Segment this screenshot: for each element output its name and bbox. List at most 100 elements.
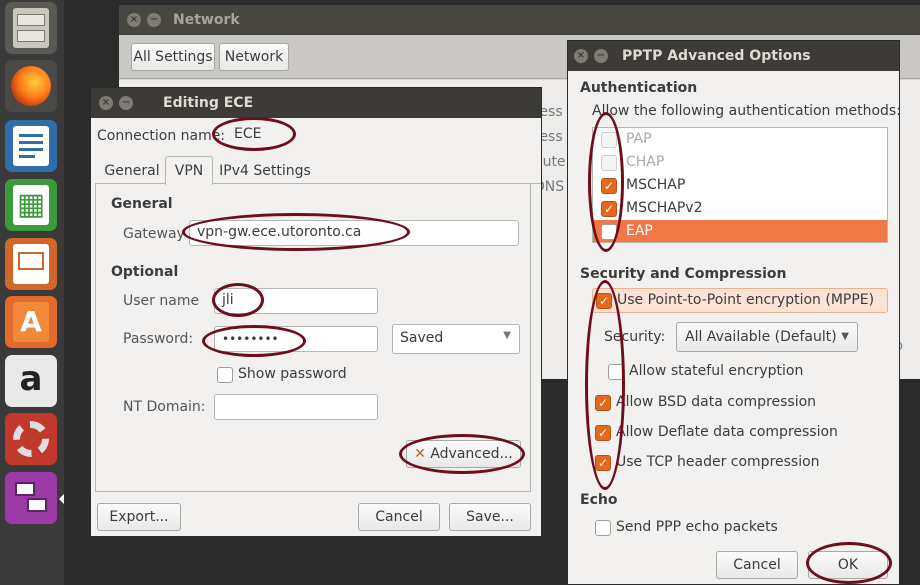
minimize-icon[interactable]: − (119, 96, 133, 110)
writer-launcher[interactable] (5, 120, 57, 172)
remote-desktop-icon (13, 478, 49, 518)
tab-general[interactable]: General (99, 158, 165, 184)
chevron-down-icon: ▼ (841, 331, 849, 342)
advanced-button[interactable]: ✕ Advanced... (406, 440, 521, 468)
security-value: All Available (Default) (685, 329, 837, 345)
minimize-icon[interactable]: − (594, 49, 608, 63)
software-center-launcher[interactable]: A (5, 296, 57, 348)
mschap-label: MSCHAP (626, 177, 686, 193)
echo-packets-label: Send PPP echo packets (616, 519, 778, 535)
security-compression-header: Security and Compression (580, 266, 787, 282)
list-item[interactable]: PAP (593, 128, 887, 151)
advanced-label: Advanced... (430, 446, 513, 462)
calc-icon: ▦ (13, 185, 49, 225)
deflate-compression-checkbox[interactable]: ✓ (595, 425, 611, 441)
show-password-checkbox[interactable] (217, 367, 233, 383)
impress-launcher[interactable] (5, 238, 57, 290)
network-title: Network (173, 12, 240, 28)
tab-bar: General VPN IPv4 Settings (95, 156, 541, 185)
connection-name-label: Connection name: (97, 128, 226, 144)
network-crumb[interactable]: Network (219, 43, 289, 71)
close-icon[interactable]: × (127, 13, 141, 27)
wrench-icon: ✕ (414, 446, 426, 462)
close-icon[interactable]: × (99, 96, 113, 110)
impress-icon (13, 244, 49, 284)
list-item[interactable]: CHAP (593, 151, 887, 174)
deflate-compression-label: Allow Deflate data compression (616, 424, 838, 440)
optional-header: Optional (111, 264, 179, 280)
stateful-encryption-label: Allow stateful encryption (629, 363, 804, 379)
close-icon[interactable]: × (574, 49, 588, 63)
active-indicator (59, 494, 64, 504)
all-settings-button[interactable]: All Settings (131, 43, 215, 71)
security-label: Security: (604, 329, 666, 345)
gateway-label: Gateway (123, 226, 185, 242)
software-center-icon: A (13, 302, 49, 342)
eap-label: EAP (626, 223, 653, 239)
ok-button[interactable]: OK (808, 551, 888, 579)
list-item[interactable]: ✓ MSCHAPv2 (593, 197, 887, 220)
editing-ece-dialog: × − Editing ECE Connection name: ECE Gen… (90, 87, 542, 537)
firefox-launcher[interactable] (5, 60, 57, 112)
export-button[interactable]: Export... (97, 503, 181, 531)
cancel-button[interactable]: Cancel (716, 551, 798, 579)
pptp-titlebar: × − PPTP Advanced Options (568, 41, 899, 71)
eap-checkbox[interactable] (601, 224, 617, 240)
password-storage-value: Saved (400, 330, 444, 346)
editing-ece-title: Editing ECE (163, 95, 254, 111)
general-header: General (111, 196, 173, 212)
mppe-row[interactable]: ✓ Use Point-to-Point encryption (MPPE) (592, 288, 888, 313)
password-label: Password: (123, 331, 194, 347)
stateful-encryption-checkbox[interactable] (608, 364, 624, 380)
gateway-field[interactable]: vpn-gw.ece.utoronto.ca (189, 220, 519, 246)
minimize-icon[interactable]: − (147, 13, 161, 27)
pap-checkbox[interactable] (601, 132, 617, 148)
authentication-header: Authentication (580, 80, 698, 96)
mppe-label: Use Point-to-Point encryption (MPPE) (617, 292, 875, 308)
chap-label: CHAP (626, 154, 665, 170)
calc-launcher[interactable]: ▦ (5, 179, 57, 231)
auth-methods-description: Allow the following authentication metho… (592, 103, 901, 119)
remote-desktop-launcher[interactable] (5, 472, 57, 524)
tcp-header-compression-label: Use TCP header compression (616, 454, 820, 470)
echo-packets-checkbox[interactable] (595, 520, 611, 536)
show-password-label: Show password (238, 366, 347, 382)
bsd-compression-label: Allow BSD data compression (616, 394, 817, 410)
bsd-compression-checkbox[interactable]: ✓ (595, 395, 611, 411)
amazon-icon: a (19, 359, 43, 399)
nt-domain-label: NT Domain: (123, 399, 206, 415)
amazon-launcher[interactable]: a (5, 355, 57, 407)
save-button[interactable]: Save... (449, 503, 531, 531)
password-storage-select[interactable]: Saved ▼ (392, 324, 520, 354)
files-icon (13, 8, 49, 48)
cancel-button[interactable]: Cancel (358, 503, 440, 531)
connection-name-field[interactable]: ECE (227, 123, 527, 149)
vpn-tab-panel: General Gateway vpn-gw.ece.utoronto.ca O… (95, 184, 531, 492)
settings-launcher[interactable] (5, 413, 57, 465)
tab-ipv4-settings[interactable]: IPv4 Settings (213, 158, 317, 184)
username-field[interactable]: jli (214, 288, 378, 314)
firefox-icon (11, 66, 51, 106)
chap-checkbox[interactable] (601, 155, 617, 171)
pap-label: PAP (626, 131, 652, 147)
mschap-checkbox[interactable]: ✓ (601, 178, 617, 194)
tab-vpn[interactable]: VPN (165, 156, 213, 185)
security-select[interactable]: All Available (Default) ▼ (676, 322, 858, 352)
launcher: ▦ A a (0, 0, 64, 585)
list-item[interactable]: EAP (593, 220, 887, 242)
mppe-checkbox[interactable]: ✓ (596, 293, 612, 309)
chevron-down-icon: ▼ (503, 330, 511, 341)
nt-domain-field[interactable] (214, 394, 378, 420)
editing-ece-titlebar: × − Editing ECE (91, 88, 541, 118)
settings-icon (13, 421, 49, 457)
files-launcher[interactable] (5, 2, 57, 54)
mschapv2-checkbox[interactable]: ✓ (601, 201, 617, 217)
network-titlebar: × − Network (119, 5, 920, 35)
echo-header: Echo (580, 492, 618, 508)
auth-methods-list: PAP CHAP ✓ MSCHAP ✓ MSCHAPv2 EAP (592, 127, 888, 243)
list-item[interactable]: ✓ MSCHAP (593, 174, 887, 197)
writer-icon (13, 126, 49, 166)
password-field[interactable]: •••••••• (214, 326, 378, 352)
username-label: User name (123, 293, 200, 309)
tcp-header-compression-checkbox[interactable]: ✓ (595, 455, 611, 471)
